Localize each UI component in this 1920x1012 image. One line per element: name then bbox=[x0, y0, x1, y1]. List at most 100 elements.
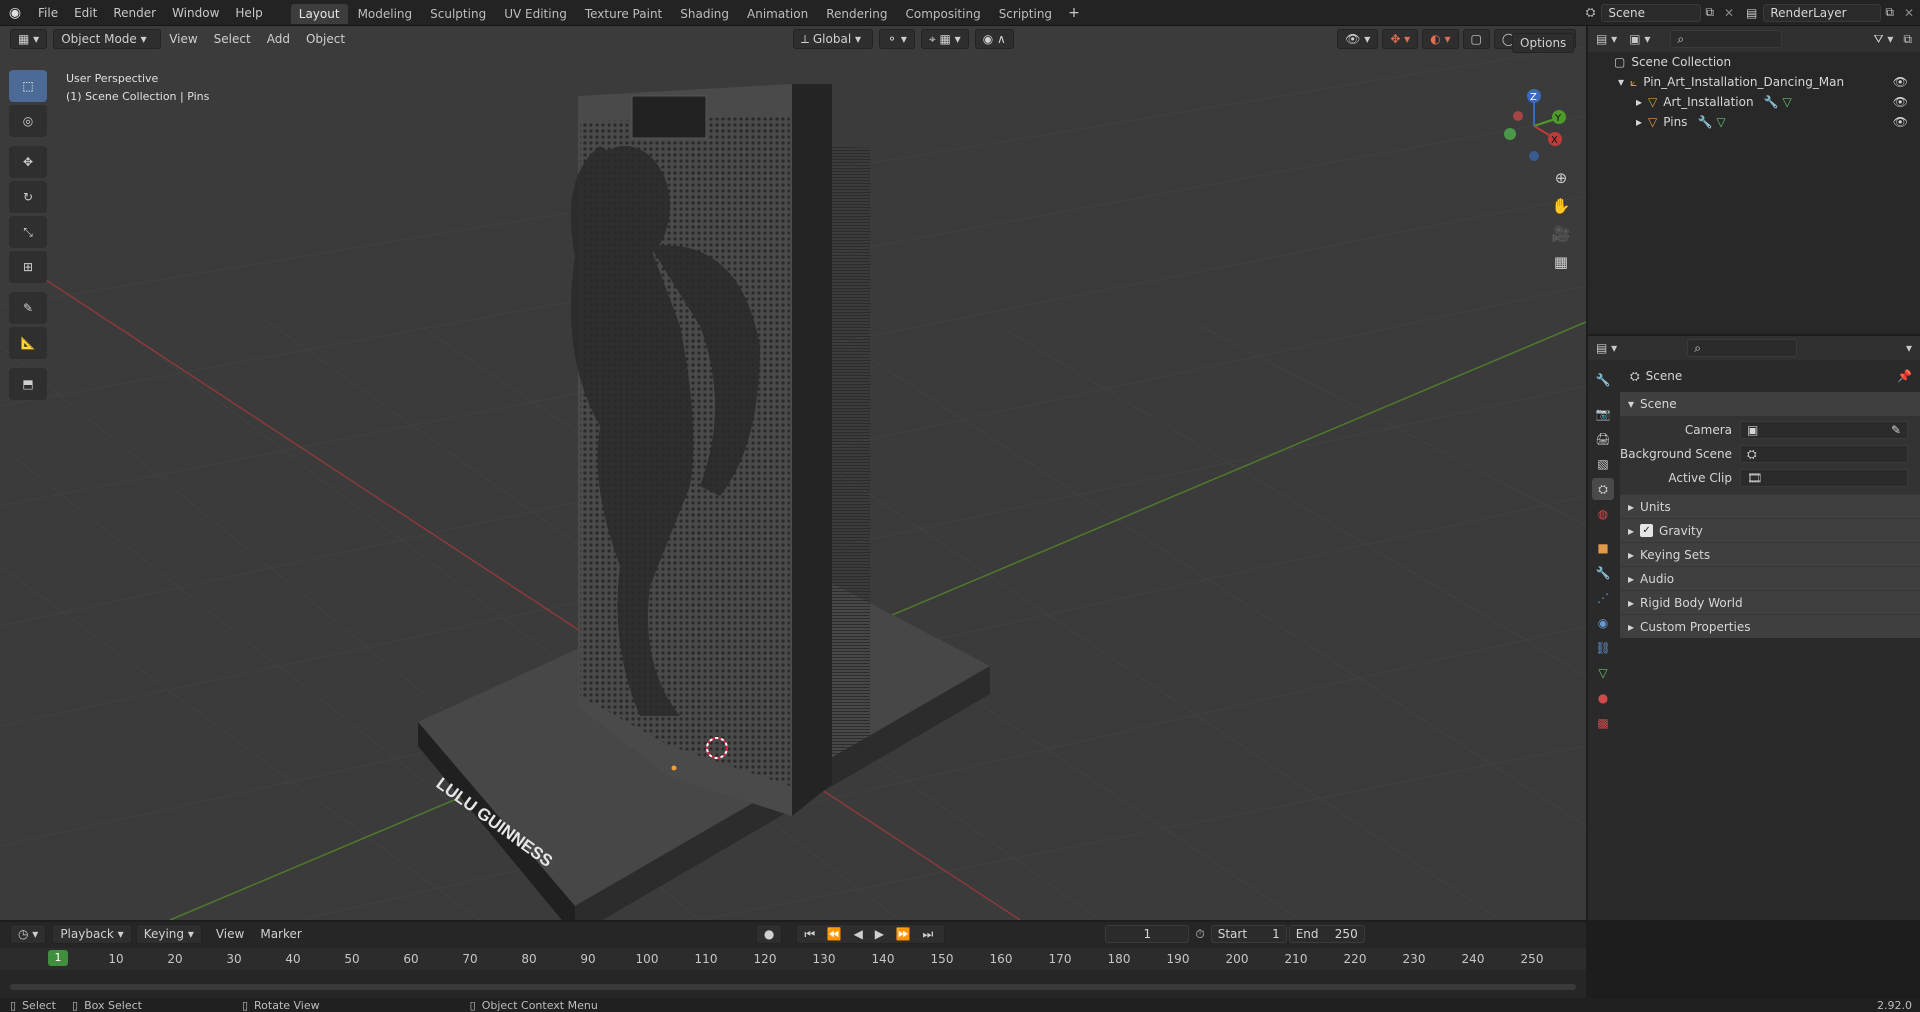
blender-logo-icon[interactable]: ◉ bbox=[0, 0, 30, 26]
material-tab-icon[interactable]: ● bbox=[1592, 687, 1614, 709]
eye-icon[interactable]: 👁 bbox=[1893, 75, 1908, 89]
outliner-item-pins[interactable]: ▸ ▽ Pins 🔧 ▽ 👁 bbox=[1588, 112, 1920, 132]
pivot-icon[interactable]: ⚬ ▾ bbox=[879, 29, 915, 49]
end-frame-field[interactable]: End 250 bbox=[1288, 925, 1365, 943]
object-tab-icon[interactable]: ■ bbox=[1592, 537, 1614, 559]
eye-icon[interactable]: 👁 bbox=[1893, 115, 1908, 129]
playback-dropdown[interactable]: Playback ▾ bbox=[52, 924, 132, 944]
add-cube-tool[interactable]: ⬒ bbox=[9, 368, 47, 400]
timeline-editor-icon[interactable]: ◷ ▾ bbox=[10, 924, 47, 944]
timeline-menu-marker[interactable]: Marker bbox=[252, 927, 309, 941]
add-workspace-icon[interactable]: + bbox=[1062, 5, 1086, 21]
timeline-menu-view[interactable]: View bbox=[208, 927, 252, 941]
measure-tool[interactable]: 📐 bbox=[9, 327, 47, 359]
delete-layer-icon[interactable]: ✕ bbox=[1898, 6, 1920, 20]
outliner-item-pin-art[interactable]: ▾ ⟀ Pin_Art_Installation_Dancing_Man 👁 bbox=[1588, 72, 1920, 92]
menu-window[interactable]: Window bbox=[164, 0, 227, 26]
expand-arrow-icon[interactable]: ▸ bbox=[1636, 115, 1642, 129]
view-layer-icon[interactable]: ▤ bbox=[1740, 6, 1763, 20]
select-box-tool[interactable]: ⬚ bbox=[9, 70, 47, 102]
menu-render[interactable]: Render bbox=[105, 0, 164, 26]
background-scene-field[interactable]: ⛭ bbox=[1740, 445, 1908, 463]
annotate-tool[interactable]: ✎ bbox=[9, 292, 47, 324]
timeline-scrollbar[interactable] bbox=[10, 984, 1576, 990]
properties-editor-icon[interactable]: ▤ ▾ bbox=[1596, 341, 1617, 355]
object-mode-dropdown[interactable]: Object Mode ▾ bbox=[53, 29, 162, 49]
options-dropdown[interactable]: Options bbox=[1512, 33, 1575, 53]
expand-arrow-icon[interactable]: ▾ bbox=[1618, 75, 1624, 89]
filter-icon[interactable]: ⛛ ▾ bbox=[1874, 32, 1894, 47]
eyedropper-icon[interactable]: ✎ bbox=[1891, 422, 1901, 438]
gizmo-toggle-icon[interactable]: ✥ ▾ bbox=[1382, 29, 1419, 49]
playback-controls[interactable]: ⏮ ⏪ ◀ ▶ ⏩ ⏭ bbox=[796, 924, 946, 944]
overlay-toggle-icon[interactable]: ◐ ▾ bbox=[1422, 29, 1459, 49]
gravity-panel[interactable]: ▸ ✓ Gravity bbox=[1620, 518, 1920, 542]
rotate-tool[interactable]: ↻ bbox=[9, 181, 47, 213]
active-clip-field[interactable]: 🎞 bbox=[1740, 469, 1908, 487]
delete-scene-icon[interactable]: ✕ bbox=[1718, 6, 1740, 20]
scene-selector-icon[interactable]: ⛭ bbox=[1580, 5, 1602, 20]
stopwatch-icon[interactable]: ⏱ bbox=[1195, 927, 1204, 942]
snap-icon[interactable]: ⌖ ▦ ▾ bbox=[920, 29, 969, 49]
render-layer-field[interactable]: RenderLayer bbox=[1763, 3, 1882, 22]
tab-scripting[interactable]: Scripting bbox=[991, 4, 1060, 24]
outliner-scene-collection[interactable]: ▢ Scene Collection bbox=[1588, 52, 1920, 72]
tab-texture-paint[interactable]: Texture Paint bbox=[577, 4, 670, 24]
move-tool[interactable]: ✥ bbox=[9, 146, 47, 178]
xray-icon[interactable]: ▢ bbox=[1462, 29, 1490, 49]
tab-compositing[interactable]: Compositing bbox=[897, 4, 988, 24]
audio-panel[interactable]: ▸ Audio bbox=[1620, 566, 1920, 590]
ortho-grid-icon[interactable]: ▦ bbox=[1547, 248, 1575, 276]
gravity-checkbox[interactable]: ✓ bbox=[1640, 524, 1654, 537]
viewport-menu-view[interactable]: View bbox=[161, 32, 205, 46]
physics-tab-icon[interactable]: ◉ bbox=[1592, 612, 1614, 634]
new-scene-icon[interactable]: ⧉ bbox=[1701, 5, 1718, 20]
data-tab-icon[interactable]: ▽ bbox=[1592, 662, 1614, 684]
tab-sculpting[interactable]: Sculpting bbox=[422, 4, 494, 24]
camera-field[interactable]: ▣ ✎ bbox=[1740, 421, 1908, 439]
start-frame-field[interactable]: Start 1 bbox=[1210, 925, 1287, 943]
keying-sets-panel[interactable]: ▸ Keying Sets bbox=[1620, 542, 1920, 566]
visibility-icon[interactable]: 👁 ▾ bbox=[1337, 29, 1379, 49]
render-tab-icon[interactable]: 📷 bbox=[1592, 403, 1614, 425]
tab-uv-editing[interactable]: UV Editing bbox=[496, 4, 575, 24]
properties-options-icon[interactable]: ▾ bbox=[1906, 341, 1912, 355]
tab-shading[interactable]: Shading bbox=[672, 4, 737, 24]
cursor-tool[interactable]: ◎ bbox=[9, 105, 47, 137]
keying-dropdown[interactable]: Keying ▾ bbox=[135, 924, 202, 944]
tab-modeling[interactable]: Modeling bbox=[350, 4, 421, 24]
expand-arrow-icon[interactable]: ▸ bbox=[1636, 95, 1642, 109]
navigation-gizmo[interactable]: Z Y X bbox=[1496, 86, 1576, 166]
new-layer-icon[interactable]: ⧉ bbox=[1881, 5, 1898, 20]
rigid-body-world-panel[interactable]: ▸ Rigid Body World bbox=[1620, 590, 1920, 614]
tab-layout[interactable]: Layout bbox=[290, 4, 348, 24]
properties-search[interactable]: ⌕ bbox=[1687, 339, 1798, 357]
camera-view-icon[interactable]: 🎥 bbox=[1547, 220, 1575, 248]
display-mode-icon[interactable]: ▣ ▾ bbox=[1629, 32, 1650, 46]
texture-tab-icon[interactable]: ▩ bbox=[1592, 712, 1614, 734]
particles-tab-icon[interactable]: ⋰ bbox=[1592, 587, 1614, 609]
viewport-menu-select[interactable]: Select bbox=[206, 32, 259, 46]
scale-tool[interactable]: ⤡ bbox=[9, 216, 47, 248]
modifier-tab-icon[interactable]: 🔧 bbox=[1592, 562, 1614, 584]
3d-viewport[interactable]: LULU GUINNESS ▦ ▾ Object Mode ▾ View Sel… bbox=[0, 26, 1586, 920]
units-panel[interactable]: ▸ Units bbox=[1620, 494, 1920, 518]
tab-animation[interactable]: Animation bbox=[739, 4, 816, 24]
proportional-edit-icon[interactable]: ◉ ∧ bbox=[974, 29, 1014, 49]
output-tab-icon[interactable]: 🖨 bbox=[1592, 428, 1614, 450]
outliner-editor-icon[interactable]: ▤ ▾ bbox=[1596, 32, 1617, 46]
scene-tab-icon[interactable]: ⛭ bbox=[1592, 478, 1614, 500]
transform-tool[interactable]: ⊞ bbox=[9, 251, 47, 283]
custom-properties-panel[interactable]: ▸ Custom Properties bbox=[1620, 614, 1920, 638]
viewport-menu-add[interactable]: Add bbox=[259, 32, 298, 46]
pan-hand-icon[interactable]: ✋ bbox=[1547, 192, 1575, 220]
options-label[interactable]: Options bbox=[1512, 33, 1575, 53]
menu-edit[interactable]: Edit bbox=[66, 0, 105, 26]
pin-icon[interactable]: 📌 bbox=[1897, 369, 1912, 383]
view-layer-tab-icon[interactable]: ▧ bbox=[1592, 453, 1614, 475]
constraints-tab-icon[interactable]: ⛓ bbox=[1592, 637, 1614, 659]
playhead[interactable]: 1 bbox=[48, 950, 68, 966]
tab-rendering[interactable]: Rendering bbox=[818, 4, 895, 24]
tool-tab-icon[interactable]: 🔧 bbox=[1592, 369, 1614, 391]
zoom-icon[interactable]: ⊕ bbox=[1547, 164, 1575, 192]
